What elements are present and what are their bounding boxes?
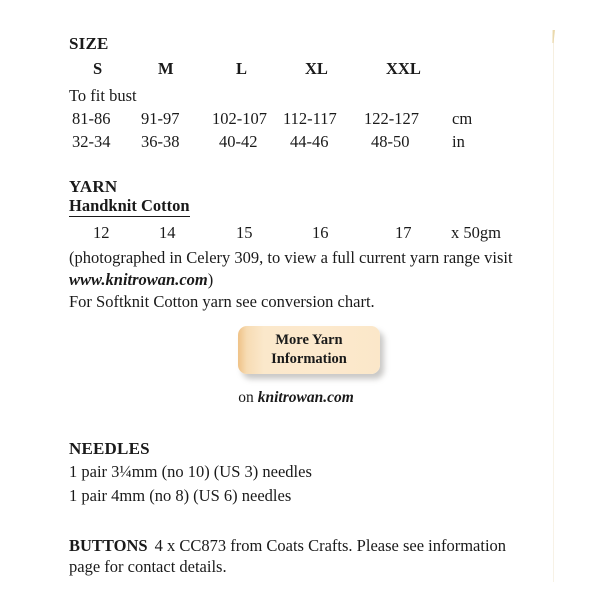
yarn-ball-row: 12 14 15 16 17 x 50gm	[69, 223, 539, 246]
bust-unit-cm: cm	[452, 108, 473, 128]
page-edge-artifact	[553, 30, 554, 582]
bust-cm-l: 102-107	[212, 108, 267, 128]
bust-in-l: 40-42	[219, 131, 258, 151]
size-label-xxl: XXL	[386, 59, 421, 78]
more-yarn-button-label-line-2: Information	[271, 351, 347, 368]
caption-prefix: on	[238, 389, 254, 407]
size-section: SIZE S M L XL XXL To fit bust 81-86 91-9…	[69, 34, 539, 155]
yarn-photograph-note: (photographed in Celery 309, to view a f…	[69, 247, 539, 291]
bust-in-xl: 44-46	[290, 131, 329, 151]
needles-heading: NEEDLES	[69, 439, 150, 459]
bust-cm-xl: 112-117	[283, 108, 337, 128]
needles-item-1: 1 pair 3¼mm (no 10) (US 3) needles	[69, 462, 312, 482]
yarn-ball-unit: x 50gm	[451, 222, 501, 242]
bust-in-s: 32-34	[72, 131, 111, 151]
pattern-page: SIZE S M L XL XXL To fit bust 81-86 91-9…	[0, 0, 608, 608]
bust-in-xxl: 48-50	[371, 131, 410, 151]
yarn-balls-xl: 16	[312, 222, 329, 242]
yarn-name: Handknit Cotton	[69, 195, 190, 217]
page-edge-artifact-tip	[552, 30, 555, 43]
yarn-balls-l: 15	[236, 222, 253, 242]
bust-unit-in: in	[452, 131, 465, 151]
yarn-balls-xxl: 17	[395, 222, 412, 242]
measurement-rows: 81-86 91-97 102-107 112-117 122-127 cm 3…	[69, 109, 539, 155]
size-label-row: S M L XL XXL	[69, 59, 539, 83]
yarn-balls-s: 12	[93, 222, 110, 242]
buttons-line-2: page for contact details.	[69, 557, 227, 577]
more-yarn-information-button[interactable]: More Yarn Information	[238, 326, 380, 375]
to-fit-bust-label: To fit bust	[69, 86, 137, 105]
yarn-website-text: www.knitrowan.com	[69, 269, 208, 289]
size-label-s: S	[93, 59, 103, 78]
buttons-text-1: 4 x CC873 from Coats Crafts. Please see …	[154, 535, 507, 555]
yarn-heading: YARN	[69, 176, 118, 196]
bust-cm-m: 91-97	[141, 108, 180, 128]
yarn-note-close-paren: )	[207, 269, 214, 289]
measurement-row-cm: 81-86 91-97 102-107 112-117 122-127 cm	[69, 109, 539, 132]
yarn-note-line-1: (photographed in Celery 309, to view a f…	[69, 247, 513, 267]
size-label-m: M	[158, 59, 174, 78]
buttons-heading: BUTTONS	[69, 535, 148, 555]
measurement-row-in: 32-34 36-38 40-42 44-46 48-50 in	[69, 132, 539, 155]
page-content: SIZE S M L XL XXL To fit bust 81-86 91-9…	[69, 34, 539, 578]
buttons-line-1: BUTTONS 4 x CC873 from Coats Crafts. Plea…	[69, 535, 539, 557]
more-yarn-information-area: More Yarn Information on knitrowan.com	[69, 325, 539, 425]
buttons-section: BUTTONS 4 x CC873 from Coats Crafts. Plea…	[69, 535, 539, 579]
size-label-xl: XL	[305, 59, 328, 78]
more-yarn-button-caption: on knitrowan.com	[69, 389, 509, 407]
more-yarn-button-label-line-1: More Yarn	[275, 332, 343, 349]
needles-item-2: 1 pair 4mm (no 8) (US 6) needles	[69, 485, 292, 505]
softknit-conversion-note: For Softknit Cotton yarn see conversion …	[69, 292, 375, 312]
bust-in-m: 36-38	[141, 131, 180, 151]
yarn-balls-m: 14	[159, 222, 176, 242]
size-heading: SIZE	[69, 34, 109, 53]
size-label-l: L	[236, 59, 248, 78]
yarn-section: YARN Handknit Cotton 12 14 15 16 17 x 50…	[69, 177, 539, 313]
bust-cm-s: 81-86	[72, 108, 111, 128]
yarn-note-line-2: www.knitrowan.com)	[69, 269, 539, 291]
bust-cm-xxl: 122-127	[364, 108, 419, 128]
needles-section: NEEDLES 1 pair 3¼mm (no 10) (US 3) needl…	[69, 439, 539, 507]
caption-domain: knitrowan.com	[257, 389, 354, 407]
